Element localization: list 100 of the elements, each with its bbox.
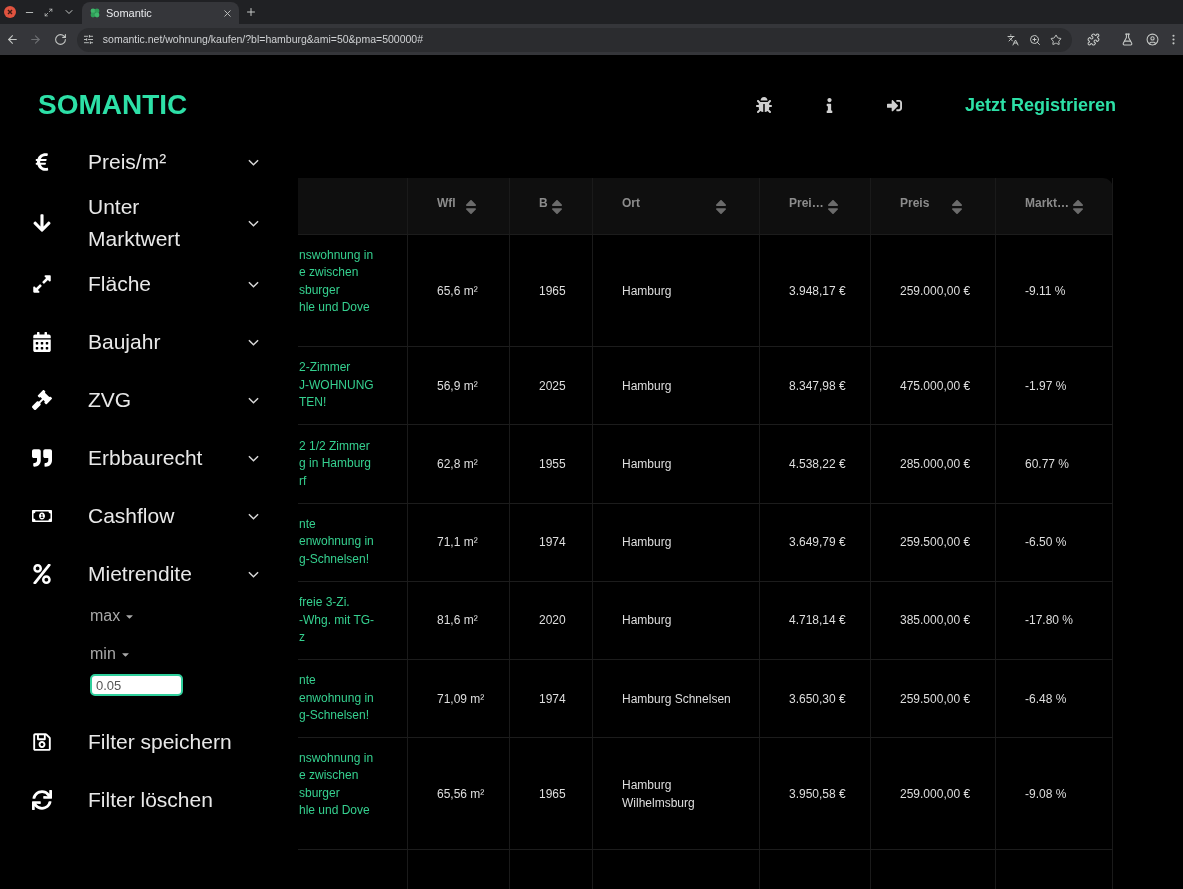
table-cell-text: 1955 [539,455,566,473]
column-header[interactable]: B [510,178,593,234]
table-cell-text: 3.948,17 € [789,282,846,300]
dropdown-toggle[interactable]: max [90,603,136,629]
register-link[interactable]: Jetzt Registrieren [964,91,1116,119]
table-cell-text: 3.950,58 € [789,785,846,803]
save-icon [32,732,52,752]
browser-tab[interactable]: Somantic [82,2,239,24]
table-cell-text: Hamburg [622,455,672,473]
table-cell-text: 2020 [539,612,566,630]
listing-title-link[interactable]: 2 1/2 Zimmer g in Hamburg rf [299,437,372,491]
table-cell-text: 285.000,00 € [900,455,971,473]
table-cell-text: 3.649,79 € [789,534,846,552]
filter-menu-item[interactable]: Mietrendite [0,545,298,603]
tab-title: Somantic [106,5,152,21]
table-cell-text: 1974 [539,534,566,552]
filter-menu-item[interactable]: Fläche [0,255,298,313]
site-settings-icon[interactable] [82,34,94,45]
flask-icon[interactable] [1121,33,1134,46]
table-cell-text: 71,09 m² [437,690,485,708]
table-cell-text: -17.80 % [1025,612,1074,630]
close-icon[interactable] [222,7,233,19]
listing-title-link[interactable]: nswohnung in e zwischen sburger hle und Dove [299,749,374,838]
chevron-down-icon [248,454,259,462]
table-cell-text: -9.08 % [1025,785,1067,803]
listing-title-link[interactable]: nte enwohnung in g-Schnelsen! [299,515,374,569]
filter-menu-item[interactable]: ZVG [0,371,298,429]
column-header[interactable]: Ort [593,178,760,234]
column-header[interactable]: Preis [871,178,996,234]
table-cell-text: 385.000,00 € [900,612,971,630]
table-cell-text: 475.000,00 € [900,377,971,395]
table-cell-text: -1.97 % [1025,377,1067,395]
table-cell-text: Hamburg [622,377,672,395]
arrow-down-icon [32,213,52,233]
table-cell-text: 1965 [539,785,566,803]
diagonal-arrows-icon [32,274,52,294]
filter-menu-item[interactable]: Baujahr [0,313,298,371]
profile-icon[interactable] [1146,33,1159,46]
zoom-icon[interactable] [1029,33,1041,46]
listing-title-link[interactable]: 2-Zimmer J-WOHNUNG TEN! [299,359,374,412]
table-cell-text: Hamburg [622,534,672,552]
sign-in-icon[interactable] [886,97,902,113]
listing-title-link[interactable]: nte enwohnung in g-Schnelsen! [299,672,374,725]
listing-title-link[interactable]: freie 3-Zi. -Whg. mit TG- z [299,594,375,647]
site-logo[interactable]: SOMANTIC [38,91,188,119]
table-cell-text: -6.50 % [1025,534,1067,552]
table-cell-text: -9.11 % [1025,282,1066,300]
column-header[interactable]: Markt… [996,178,1113,234]
column-header[interactable]: Prei… [760,178,871,234]
calendar-icon [32,332,52,352]
table-cell-text: 8.347,98 € [789,377,846,395]
table-cell-text: -6.48 % [1025,690,1067,708]
table-cell-text: Hamburg [622,612,672,630]
sidebar-action-button[interactable]: Filter löschen [0,771,298,829]
table-cell-text: 2025 [539,377,566,395]
chevron-down-icon [248,396,259,404]
reload-icon[interactable] [53,33,67,46]
filter-menu-item[interactable]: Erbbaurecht [0,429,298,487]
quote-icon [32,448,52,468]
table-cell-text: 65,56 m² [437,785,485,803]
sidebar-action-button[interactable]: Filter speichern [0,713,298,771]
star-icon[interactable] [1050,33,1062,46]
table-cell-text: 60.77 % [1025,455,1070,473]
url-text: somantic.net/wohnung/kaufen/?bl=hamburg&ami=50&pma=500000# [102,31,423,47]
chevron-down-icon [248,280,259,288]
address-bar[interactable]: somantic.net/wohnung/kaufen/?bl=hamburg&ami=50&pma=500000# [76,27,1072,52]
table-cell-text: Hamburg Schnelsen [622,690,731,708]
translate-icon[interactable] [1007,33,1019,46]
dropdown-toggle[interactable]: min [90,641,131,667]
table-cell-text: 62,8 m² [437,455,478,473]
new-tab-icon[interactable] [245,6,257,18]
table-cell-text: 259.000,00 € [900,282,971,300]
column-header[interactable]: Wfl [408,178,510,234]
chevron-down-icon [248,512,259,520]
table-cell-text: 259.500,00 € [900,534,971,552]
table-cell-text: 259.500,00 € [900,690,971,708]
back-arrow-icon[interactable] [6,33,19,46]
close-icon[interactable] [4,6,16,18]
min-value-input[interactable]: 0.05 [90,674,183,696]
clover-icon [90,8,100,18]
gavel-icon [32,390,52,410]
filter-menu-item[interactable]: Cashflow [0,487,298,545]
table-cell-text: 259.000,00 € [900,785,971,803]
table-cell-text: 65,6 m² [437,282,478,300]
filter-menu-item[interactable]: Preis/m² [0,133,298,191]
listing-title-link[interactable]: nswohnung in e zwischen sburger hle und Dove [299,246,374,335]
maximize-icon[interactable] [44,7,53,17]
table-cell-text: 3.650,30 € [789,690,846,708]
percent-icon [32,564,52,584]
table-cell-text: 56,9 m² [437,377,478,395]
refresh-icon [32,790,52,810]
chevron-down-icon [248,570,259,578]
chevron-down-icon [248,158,259,166]
filter-menu-item[interactable]: Unter Marktwert [0,191,298,255]
bug-icon[interactable] [755,97,772,113]
table-cell-text: 4.538,22 € [789,455,846,473]
table-cell-text: 71,1 m² [437,534,478,552]
table-cell-text: 1974 [539,690,566,708]
puzzle-icon[interactable] [1087,33,1100,46]
table-cell-text: 4.718,14 € [789,612,846,630]
